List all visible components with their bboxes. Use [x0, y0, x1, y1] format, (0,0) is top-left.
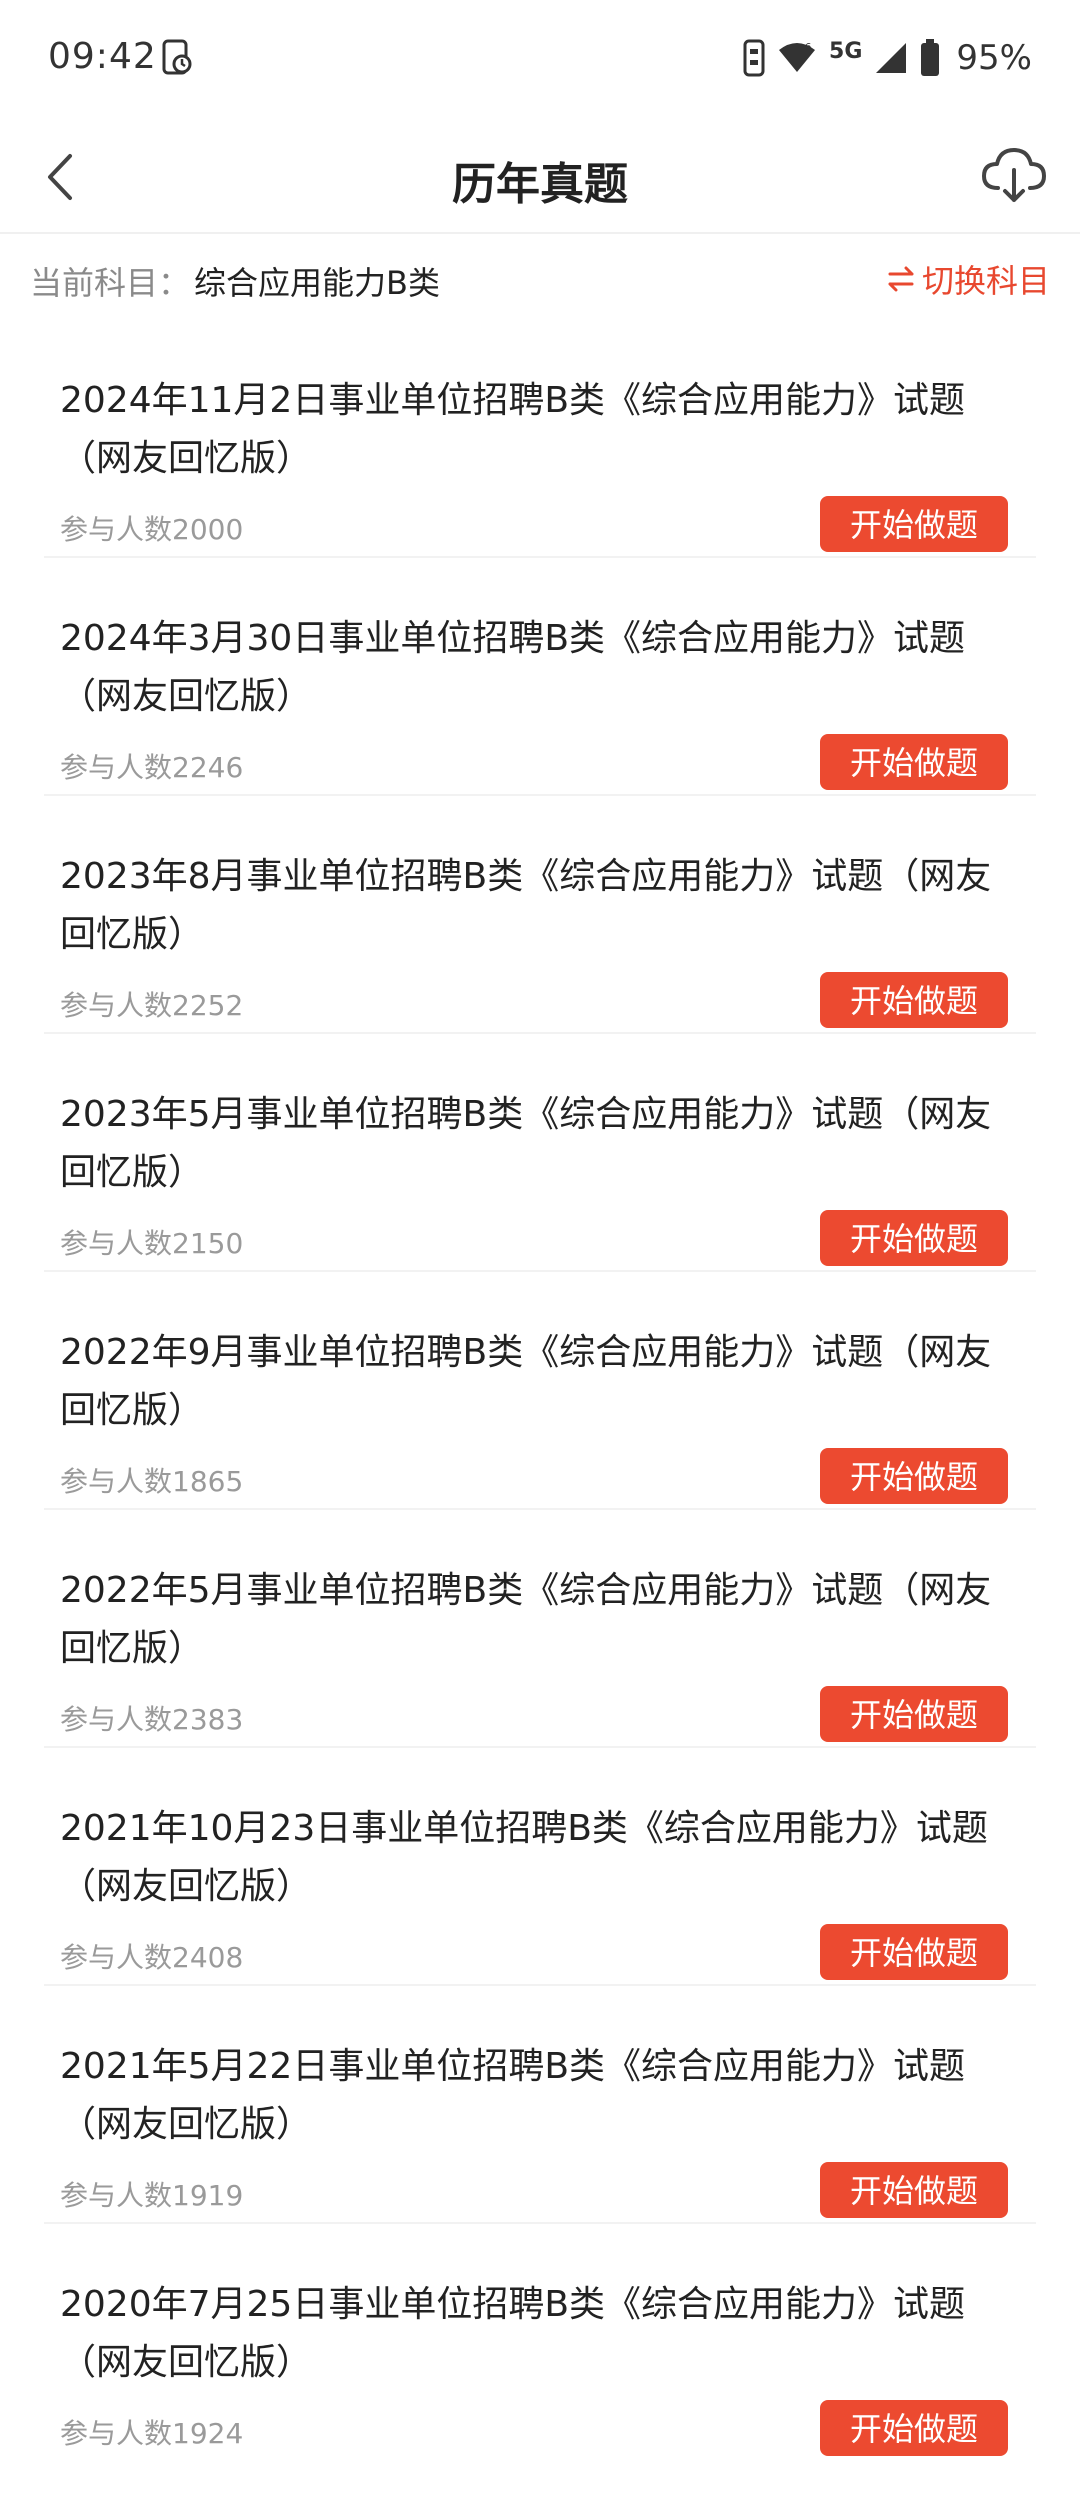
exam-title: 2020年7月25日事业单位招聘B类《综合应用能力》试题（网友回忆版）: [60, 2284, 966, 2383]
start-button[interactable]: 开始做题: [820, 972, 1008, 1028]
svg-text:6: 6: [805, 42, 811, 53]
list-item[interactable]: 2020年7月25日事业单位招聘B类《综合应用能力》试题（网友回忆版） 参与人数…: [44, 2224, 1036, 2460]
participant-count: 参与人数2150: [60, 1227, 244, 1260]
switch-subject-button[interactable]: 切换科目: [886, 256, 1050, 302]
list-item[interactable]: 2023年5月事业单位招聘B类《综合应用能力》试题（网友回忆版） 参与人数215…: [44, 1034, 1036, 1272]
battery-percent: 95%: [956, 38, 1032, 78]
swap-icon: [888, 266, 914, 292]
start-button[interactable]: 开始做题: [820, 1924, 1008, 1980]
exam-title: 2021年10月23日事业单位招聘B类《综合应用能力》试题（网友回忆版）: [60, 1808, 988, 1907]
cloud-download-icon: [982, 148, 1046, 202]
subject-label: 当前科目：: [30, 264, 191, 302]
participant-count: 参与人数2246: [60, 751, 244, 784]
network-type-icon: 5G: [829, 38, 863, 64]
list-item[interactable]: 2024年11月2日事业单位招聘B类《综合应用能力》试题（网友回忆版） 参与人数…: [44, 320, 1036, 558]
participant-count: 参与人数2252: [60, 989, 244, 1022]
wifi-icon: 6: [777, 40, 817, 76]
list-item[interactable]: 2021年10月23日事业单位招聘B类《综合应用能力》试题（网友回忆版） 参与人…: [44, 1748, 1036, 1986]
page-title: 历年真题: [452, 159, 628, 210]
start-button[interactable]: 开始做题: [820, 1686, 1008, 1742]
status-time: 09:42: [48, 36, 157, 77]
start-button[interactable]: 开始做题: [820, 2162, 1008, 2218]
exam-title: 2022年9月事业单位招聘B类《综合应用能力》试题（网友回忆版）: [60, 1332, 992, 1431]
exam-title: 2024年3月30日事业单位招聘B类《综合应用能力》试题（网友回忆版）: [60, 618, 966, 717]
exam-title: 2024年11月2日事业单位招聘B类《综合应用能力》试题（网友回忆版）: [60, 380, 966, 479]
status-icons: 6 5G 95%: [743, 36, 1032, 80]
participant-count: 参与人数1865: [60, 1465, 244, 1498]
download-button[interactable]: [976, 138, 1052, 214]
exam-title: 2022年5月事业单位招聘B类《综合应用能力》试题（网友回忆版）: [60, 1570, 992, 1669]
switch-subject-label: 切换科目: [921, 262, 1050, 300]
exam-title: 2023年5月事业单位招聘B类《综合应用能力》试题（网友回忆版）: [60, 1094, 992, 1193]
list-item[interactable]: 2022年9月事业单位招聘B类《综合应用能力》试题（网友回忆版） 参与人数186…: [44, 1272, 1036, 1510]
participant-count: 参与人数1924: [60, 2417, 244, 2450]
participant-count: 参与人数2000: [60, 513, 244, 546]
exam-title: 2021年5月22日事业单位招聘B类《综合应用能力》试题（网友回忆版）: [60, 2046, 966, 2145]
exam-list: 2024年11月2日事业单位招聘B类《综合应用能力》试题（网友回忆版） 参与人数…: [0, 320, 1080, 2460]
nav-bar: 历年真题: [0, 120, 1080, 234]
sim-card-icon: [743, 39, 765, 77]
participant-count: 参与人数1919: [60, 2179, 244, 2212]
list-item[interactable]: 2022年5月事业单位招聘B类《综合应用能力》试题（网友回忆版） 参与人数238…: [44, 1510, 1036, 1748]
start-button[interactable]: 开始做题: [820, 734, 1008, 790]
list-item[interactable]: 2024年3月30日事业单位招聘B类《综合应用能力》试题（网友回忆版） 参与人数…: [44, 558, 1036, 796]
start-button[interactable]: 开始做题: [820, 1210, 1008, 1266]
start-button[interactable]: 开始做题: [820, 2400, 1008, 2456]
participant-count: 参与人数2408: [60, 1941, 244, 1974]
battery-icon: [920, 39, 940, 77]
subject-bar: 当前科目： 综合应用能力B类 切换科目: [0, 234, 1080, 320]
participant-count: 参与人数2383: [60, 1703, 244, 1736]
list-item[interactable]: 2023年8月事业单位招聘B类《综合应用能力》试题（网友回忆版） 参与人数225…: [44, 796, 1036, 1034]
exam-title: 2023年8月事业单位招聘B类《综合应用能力》试题（网友回忆版）: [60, 856, 992, 955]
list-item[interactable]: 2021年5月22日事业单位招聘B类《综合应用能力》试题（网友回忆版） 参与人数…: [44, 1986, 1036, 2224]
subject-value: 综合应用能力B类: [194, 264, 440, 302]
status-bar: 09:42 6 5G 95%: [0, 0, 1080, 120]
start-button[interactable]: 开始做题: [820, 496, 1008, 552]
cell-signal-icon: [874, 41, 908, 75]
start-button[interactable]: 开始做题: [820, 1448, 1008, 1504]
screen-record-icon: [160, 38, 194, 78]
